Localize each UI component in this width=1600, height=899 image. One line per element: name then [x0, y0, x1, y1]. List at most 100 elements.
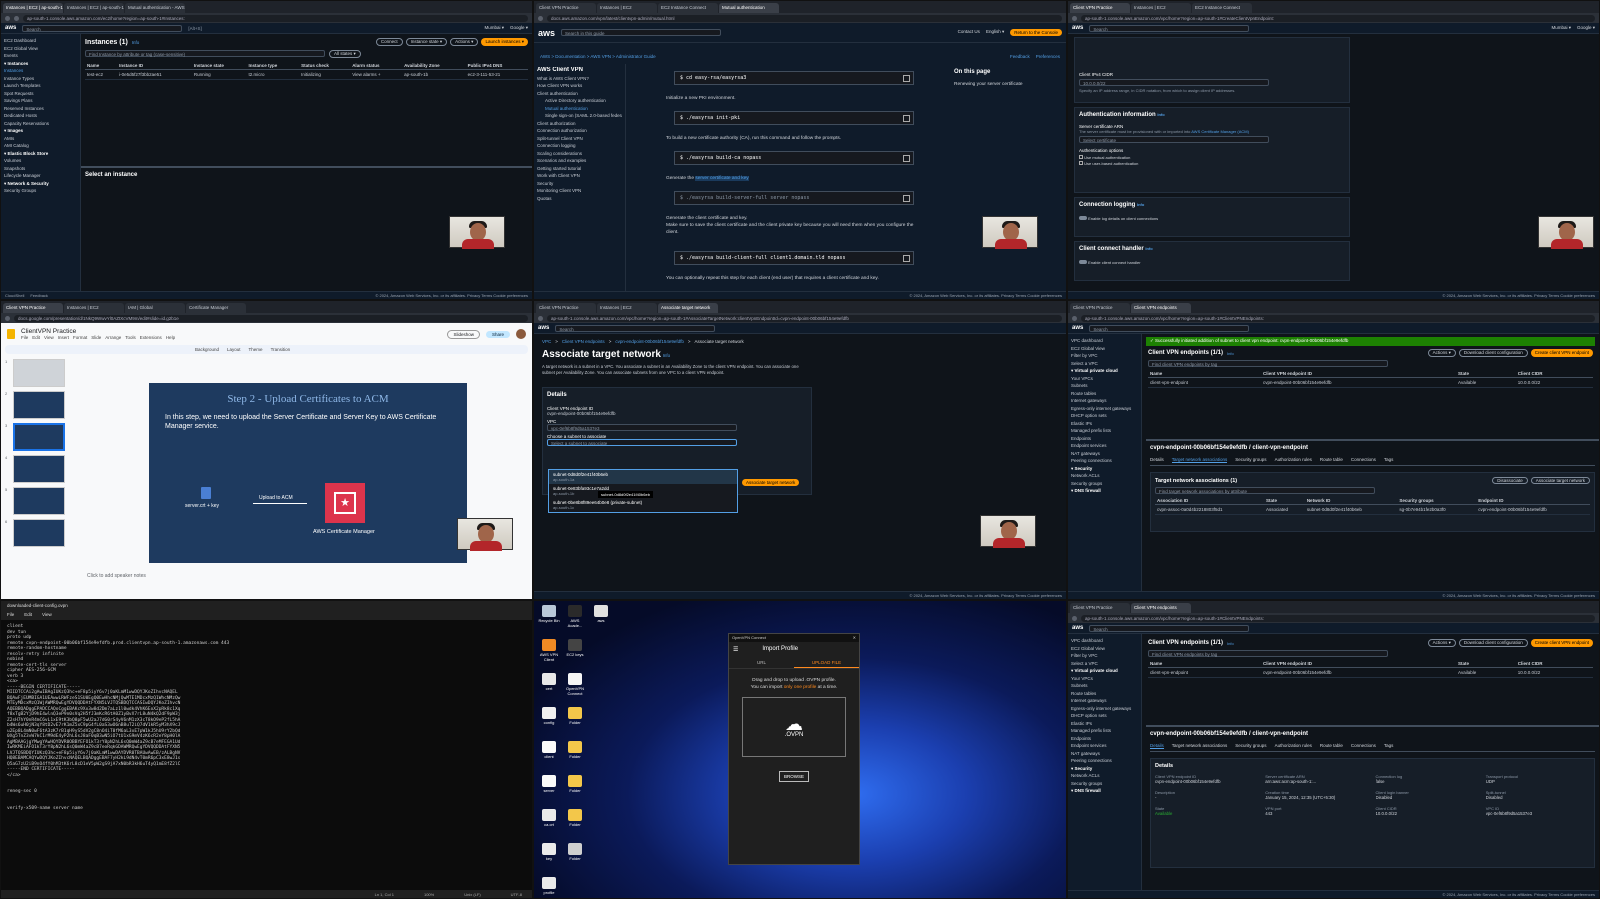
- menu-item[interactable]: Edit: [32, 335, 40, 340]
- sidebar-item[interactable]: Monitoring Client VPN: [537, 187, 622, 195]
- menu-item[interactable]: Slide: [91, 335, 101, 340]
- sidebar-item[interactable]: ▾ DNS firewall: [1071, 787, 1138, 795]
- subnet-option[interactable]: subnet-0be8b8f89ee64b0e8 (private-subnet…: [549, 498, 737, 512]
- slide-thumbnail[interactable]: 5: [5, 487, 71, 515]
- sidebar-item[interactable]: Your VPCs: [1071, 675, 1138, 683]
- logging-toggle[interactable]: [1079, 216, 1087, 220]
- browser-tab[interactable]: Instances | EC2: [597, 303, 657, 313]
- instance-state-button[interactable]: Instance state ▾: [405, 38, 448, 46]
- sidebar-item[interactable]: Peering connections: [1071, 457, 1138, 465]
- aws-search-input[interactable]: Search: [1089, 624, 1250, 632]
- browse-button[interactable]: BROWSE: [779, 771, 809, 782]
- desktop-icon[interactable]: client: [538, 741, 560, 759]
- menu-icon[interactable]: ☰: [733, 646, 738, 653]
- sidebar-item[interactable]: ▾ Instances: [4, 60, 77, 68]
- close-icon[interactable]: ✕: [853, 635, 856, 641]
- desktop-icon[interactable]: AWS VPN Client: [538, 639, 560, 662]
- sidebar-item[interactable]: ▾ Virtual private cloud: [1071, 667, 1138, 675]
- browser-tab[interactable]: Instances | EC2: [1131, 3, 1191, 13]
- desktop-icon[interactable]: Folder: [564, 775, 586, 793]
- sidebar-item[interactable]: Client authorization: [537, 120, 622, 128]
- slide-thumbnail[interactable]: 6: [5, 519, 71, 547]
- sidebar-item[interactable]: VPC dashboard: [1071, 637, 1138, 645]
- desktop-icon[interactable]: Recycle Bin: [538, 605, 560, 623]
- cloudshell-link[interactable]: CloudShell: [5, 293, 24, 298]
- sidebar-item[interactable]: Connection logging: [537, 142, 622, 150]
- sidebar-item[interactable]: Elastic IPs: [1071, 720, 1138, 728]
- sidebar-item[interactable]: Volumes: [4, 157, 77, 165]
- actions-button[interactable]: Actions ▾: [1427, 349, 1456, 357]
- table-row[interactable]: client-vpn-endpoint cvpn-endpoint-00b06bf…: [1148, 377, 1593, 388]
- browser-tab[interactable]: IAM | Global: [125, 303, 185, 313]
- docs-search-input[interactable]: Search in this guide: [561, 29, 722, 36]
- address-bar[interactable]: ap-south-1.console.aws.amazon.com/ec2/ho…: [23, 14, 528, 22]
- sidebar-item[interactable]: Your VPCs: [1071, 375, 1138, 383]
- sidebar-item[interactable]: Endpoint services: [1071, 742, 1138, 750]
- sidebar-item[interactable]: Internet gateways: [1071, 697, 1138, 705]
- sidebar-item[interactable]: Endpoint services: [1071, 442, 1138, 450]
- on-this-page-item[interactable]: Renewing your server certificate: [954, 81, 1054, 88]
- sidebar-item[interactable]: Subnets: [1071, 382, 1138, 390]
- copy-icon[interactable]: [903, 115, 910, 122]
- address-bar[interactable]: ap-south-1.console.aws.amazon.com/vpc/ho…: [1081, 314, 1595, 322]
- sidebar-item[interactable]: Managed prefix lists: [1071, 427, 1138, 435]
- tab-upload-file[interactable]: UPLOAD FILE: [794, 658, 859, 668]
- address-bar[interactable]: ap-south-1.console.aws.amazon.com/vpc/ho…: [1081, 614, 1595, 622]
- breadcrumb[interactable]: AWS > Documentation > AWS VPN > Administ…: [540, 54, 656, 59]
- sidebar-item[interactable]: Peering connections: [1071, 757, 1138, 765]
- info-link[interactable]: Info: [1157, 112, 1164, 117]
- return-console-button[interactable]: Return to the Console: [1010, 29, 1062, 36]
- sidebar-item[interactable]: Network ACLs: [1071, 472, 1138, 480]
- sidebar-item[interactable]: ▾ Images: [4, 127, 77, 135]
- slides-logo-icon[interactable]: [7, 329, 15, 339]
- sidebar-item[interactable]: Savings Plans: [4, 97, 77, 105]
- browser-tab[interactable]: Client VPN Practice: [536, 303, 596, 313]
- launch-instances-button[interactable]: Launch instances ▾: [481, 38, 528, 46]
- sidebar-item[interactable]: Client authentication: [537, 90, 622, 98]
- browser-tab[interactable]: Client VPN endpoints: [1131, 603, 1191, 613]
- account-menu[interactable]: Google ▾: [1577, 25, 1595, 31]
- tab-details[interactable]: Details: [1150, 743, 1164, 749]
- desktop-icon[interactable]: server: [538, 775, 560, 793]
- server-cert-link[interactable]: server certificate and key: [695, 176, 749, 181]
- tab-target-network-associations[interactable]: Target network associations: [1172, 743, 1228, 749]
- transition-button[interactable]: Transition: [271, 347, 291, 352]
- back-icon[interactable]: [5, 15, 10, 21]
- browser-tab[interactable]: Mutual authentication - AWS C...: [125, 3, 185, 13]
- desktop-icon[interactable]: Folder: [564, 741, 586, 759]
- acm-link[interactable]: AWS Certificate Manager (ACM): [1191, 129, 1249, 134]
- sidebar-item[interactable]: Security: [537, 180, 622, 188]
- aws-logo[interactable]: aws: [1072, 625, 1083, 631]
- create-endpoint-button[interactable]: Create client VPN endpoint: [1530, 639, 1593, 647]
- sidebar-item[interactable]: Events: [4, 52, 77, 60]
- browser-tab[interactable]: Client VPN endpoints: [1131, 303, 1191, 313]
- browser-tab[interactable]: Client VPN Practice: [3, 303, 63, 313]
- menu-item[interactable]: Help: [166, 335, 175, 340]
- sidebar-item[interactable]: ▾ Virtual private cloud: [1071, 367, 1138, 375]
- back-icon[interactable]: [1072, 315, 1077, 321]
- create-endpoint-button[interactable]: Create client VPN endpoint: [1530, 349, 1593, 357]
- sidebar-item[interactable]: Network ACLs: [1071, 772, 1138, 780]
- desktop-icon[interactable]: aws: [590, 605, 612, 623]
- doc-title[interactable]: ClientVPN Practice: [21, 328, 175, 335]
- browser-tab[interactable]: Client VPN Practice: [1070, 3, 1130, 13]
- menu-item[interactable]: File: [21, 335, 28, 340]
- browser-tab[interactable]: Client VPN Practice: [1070, 603, 1130, 613]
- file-tab[interactable]: downloaded-client-config.ovpn: [7, 603, 68, 608]
- sidebar-item[interactable]: Internet gateways: [1071, 397, 1138, 405]
- aws-search-input[interactable]: Search: [555, 324, 716, 332]
- actions-button[interactable]: Actions ▾: [450, 38, 479, 46]
- sidebar-item[interactable]: AMI Catalog: [4, 142, 77, 150]
- sidebar-item[interactable]: Connection authorization: [537, 127, 622, 135]
- browser-tab[interactable]: Certificate Manager: [186, 303, 246, 313]
- browser-tab[interactable]: Mutual authentication: [719, 3, 779, 13]
- tab-details[interactable]: Details: [1150, 457, 1164, 463]
- tab-url[interactable]: URL: [729, 658, 794, 668]
- sidebar-item[interactable]: Scenarios and examples: [537, 157, 622, 165]
- menu-item[interactable]: Insert: [58, 335, 69, 340]
- sidebar-item[interactable]: Egress-only internet gateways: [1071, 705, 1138, 713]
- sidebar-item[interactable]: AMIs: [4, 135, 77, 143]
- sidebar-item[interactable]: Getting started tutorial: [537, 165, 622, 173]
- sidebar-item[interactable]: Scaling considerations: [537, 150, 622, 158]
- slide-thumbnail[interactable]: 4: [5, 455, 71, 483]
